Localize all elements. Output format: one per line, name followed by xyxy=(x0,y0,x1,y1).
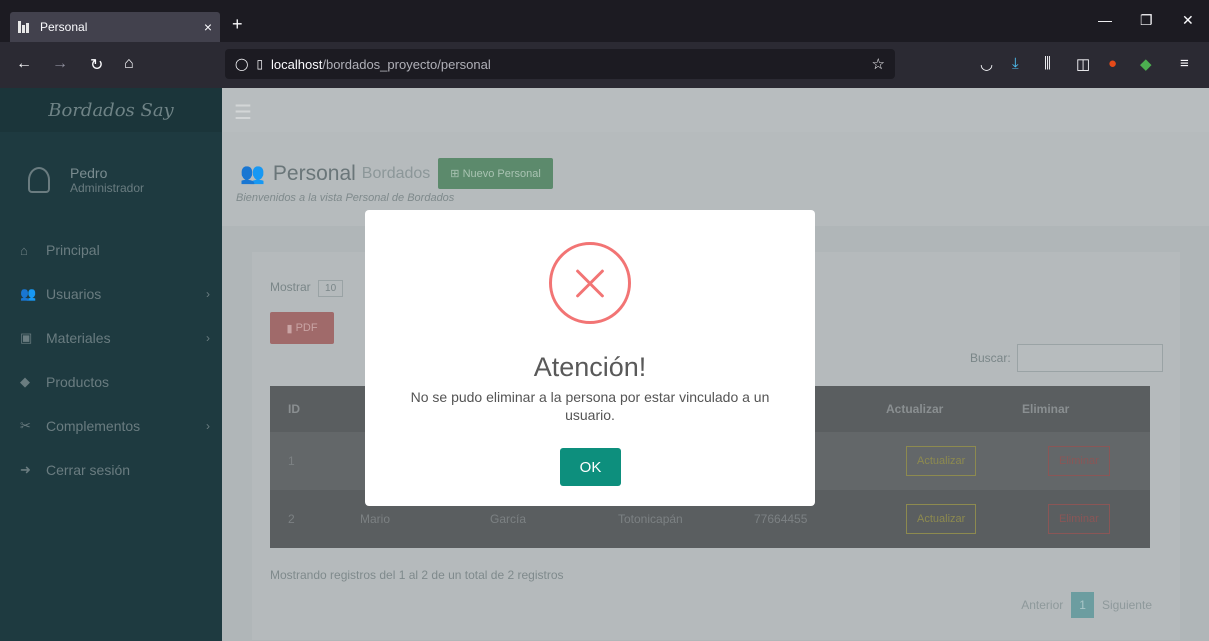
cell-name: Mario xyxy=(360,512,391,526)
show-entries-select[interactable]: 10 xyxy=(318,280,344,297)
chevron-right-icon: › xyxy=(206,419,210,433)
sidebar-item-label: Complementos xyxy=(46,418,141,434)
bag-icon: ◆ xyxy=(20,374,30,389)
cell-lastname: García xyxy=(490,512,527,526)
bookmark-star-icon[interactable]: ☆ xyxy=(872,55,885,73)
pagination-next[interactable]: Siguiente xyxy=(1094,592,1160,618)
tab-close-icon[interactable]: × xyxy=(204,19,212,35)
sidebar-item-label: Productos xyxy=(46,374,110,390)
page-title: 👥 Personal Bordados ⊞ Nuevo Personal xyxy=(240,158,553,189)
update-button[interactable]: Actualizar xyxy=(906,446,977,476)
url-path: /bordados_proyecto/personal xyxy=(322,56,491,72)
pocket-icon[interactable]: ◡ xyxy=(980,55,993,73)
hamburger-menu-icon[interactable]: ☰ xyxy=(234,100,252,125)
minimize-button[interactable]: — xyxy=(1098,12,1112,28)
chevron-right-icon: › xyxy=(206,287,210,301)
sidebar-item-complementos[interactable]: ✂ Complementos › xyxy=(0,404,222,448)
table-info: Mostrando registros del 1 al 2 de un tot… xyxy=(270,568,564,582)
ok-button[interactable]: OK xyxy=(560,448,621,486)
cell-place: Totonicapán xyxy=(618,512,683,526)
search-label: Buscar: xyxy=(970,351,1011,365)
shield-icon: ◯ xyxy=(235,57,249,71)
new-personal-label: Nuevo Personal xyxy=(462,168,541,180)
restore-button[interactable]: ❐ xyxy=(1140,12,1153,29)
show-entries-label: Mostrar xyxy=(270,280,311,294)
col-header-actualizar[interactable]: Actualizar xyxy=(886,402,943,416)
chevron-right-icon: › xyxy=(206,331,210,345)
close-window-button[interactable]: ✕ xyxy=(1182,12,1194,29)
pdf-label: PDF xyxy=(295,322,318,334)
alert-modal: Atención! No se pudo eliminar a la perso… xyxy=(365,210,815,506)
top-bar: ☰ xyxy=(222,88,1209,132)
page-title-sub: Bordados xyxy=(361,164,431,182)
download-icon[interactable]: ⤓ xyxy=(1012,55,1019,72)
cell-phone: 77664455 xyxy=(754,512,808,526)
browser-nav-bar: ← → ↻ ⌂ ◯ ▯ localhost/bordados_proyecto/… xyxy=(0,42,1209,88)
delete-button[interactable]: Eliminar xyxy=(1048,446,1110,476)
extension-green-icon[interactable]: ◆ xyxy=(1140,55,1152,73)
search-box: Buscar: xyxy=(970,344,1163,372)
sidebar-item-principal[interactable]: ⌂ Principal xyxy=(0,228,222,272)
page-description: Bienvenidos a la vista Personal de Borda… xyxy=(236,192,455,204)
show-entries: Mostrar 10 xyxy=(270,280,344,297)
col-header-id[interactable]: ID xyxy=(288,402,300,416)
sidebar: Bordados Say Pedro Administrador ⌂ Princ… xyxy=(0,88,222,641)
sidebar-item-cerrar-sesion[interactable]: ➜ Cerrar sesión xyxy=(0,448,222,492)
user-name: Pedro xyxy=(70,165,108,181)
pdf-button[interactable]: ▮ PDF xyxy=(270,312,334,344)
sidebar-item-productos[interactable]: ◆ Productos xyxy=(0,360,222,404)
sidebar-item-label: Materiales xyxy=(46,330,111,346)
sidebar-item-usuarios[interactable]: 👥 Usuarios › xyxy=(0,272,222,316)
url-host: localhost xyxy=(271,56,323,72)
pagination-prev[interactable]: Anterior xyxy=(1013,592,1071,618)
extension-red-icon[interactable]: ● xyxy=(1108,55,1117,72)
library-icon[interactable]: ⫼ xyxy=(1044,55,1051,72)
sidebar-toggle-icon[interactable]: ◫ xyxy=(1076,55,1090,73)
tab-title: Personal xyxy=(40,20,88,34)
modal-message: No se pudo eliminar a la persona por est… xyxy=(410,389,770,423)
menu-icon[interactable]: ≡ xyxy=(1180,55,1189,72)
browser-tab-bar: Personal × + — ❐ ✕ xyxy=(0,0,1209,42)
file-icon: ▮ xyxy=(286,322,293,335)
brand-logo[interactable]: Bordados Say xyxy=(0,88,222,132)
reload-icon[interactable]: ↻ xyxy=(90,55,103,75)
favicon-icon xyxy=(18,21,32,33)
user-avatar-icon xyxy=(28,167,50,193)
forward-icon[interactable]: → xyxy=(52,55,68,73)
cell-id: 2 xyxy=(288,512,295,526)
col-header-eliminar[interactable]: Eliminar xyxy=(1022,402,1069,416)
home-icon[interactable]: ⌂ xyxy=(124,55,134,73)
pagination: Anterior 1 Siguiente xyxy=(1013,592,1160,618)
cell-id: 1 xyxy=(288,454,295,468)
error-icon xyxy=(549,242,631,324)
url-bar[interactable]: ◯ ▯ localhost/bordados_proyecto/personal… xyxy=(225,49,895,79)
box-icon: ▣ xyxy=(20,330,33,345)
search-input[interactable] xyxy=(1016,344,1163,372)
page-icon: ▯ xyxy=(256,57,264,71)
sidebar-item-materiales[interactable]: ▣ Materiales › xyxy=(0,316,222,360)
user-panel: Pedro Administrador xyxy=(0,132,222,228)
users-icon: 👥 xyxy=(20,286,37,301)
sidebar-item-label: Principal xyxy=(46,242,100,258)
home-icon: ⌂ xyxy=(20,242,28,258)
modal-title: Atención! xyxy=(533,352,647,382)
logout-icon: ➜ xyxy=(20,462,31,477)
back-icon[interactable]: ← xyxy=(16,55,32,73)
browser-tab[interactable]: Personal × xyxy=(10,12,220,42)
update-button[interactable]: Actualizar xyxy=(906,504,977,534)
tools-icon: ✂ xyxy=(20,418,31,433)
pagination-page[interactable]: 1 xyxy=(1071,592,1094,618)
page-title-main: Personal xyxy=(272,161,356,185)
delete-button[interactable]: Eliminar xyxy=(1048,504,1110,534)
new-personal-button[interactable]: ⊞ Nuevo Personal xyxy=(438,158,553,189)
sidebar-item-label: Cerrar sesión xyxy=(46,462,131,478)
new-tab-button[interactable]: + xyxy=(232,14,243,35)
user-role: Administrador xyxy=(70,181,145,195)
users-icon: 👥 xyxy=(240,163,265,185)
sidebar-item-label: Usuarios xyxy=(46,286,102,302)
